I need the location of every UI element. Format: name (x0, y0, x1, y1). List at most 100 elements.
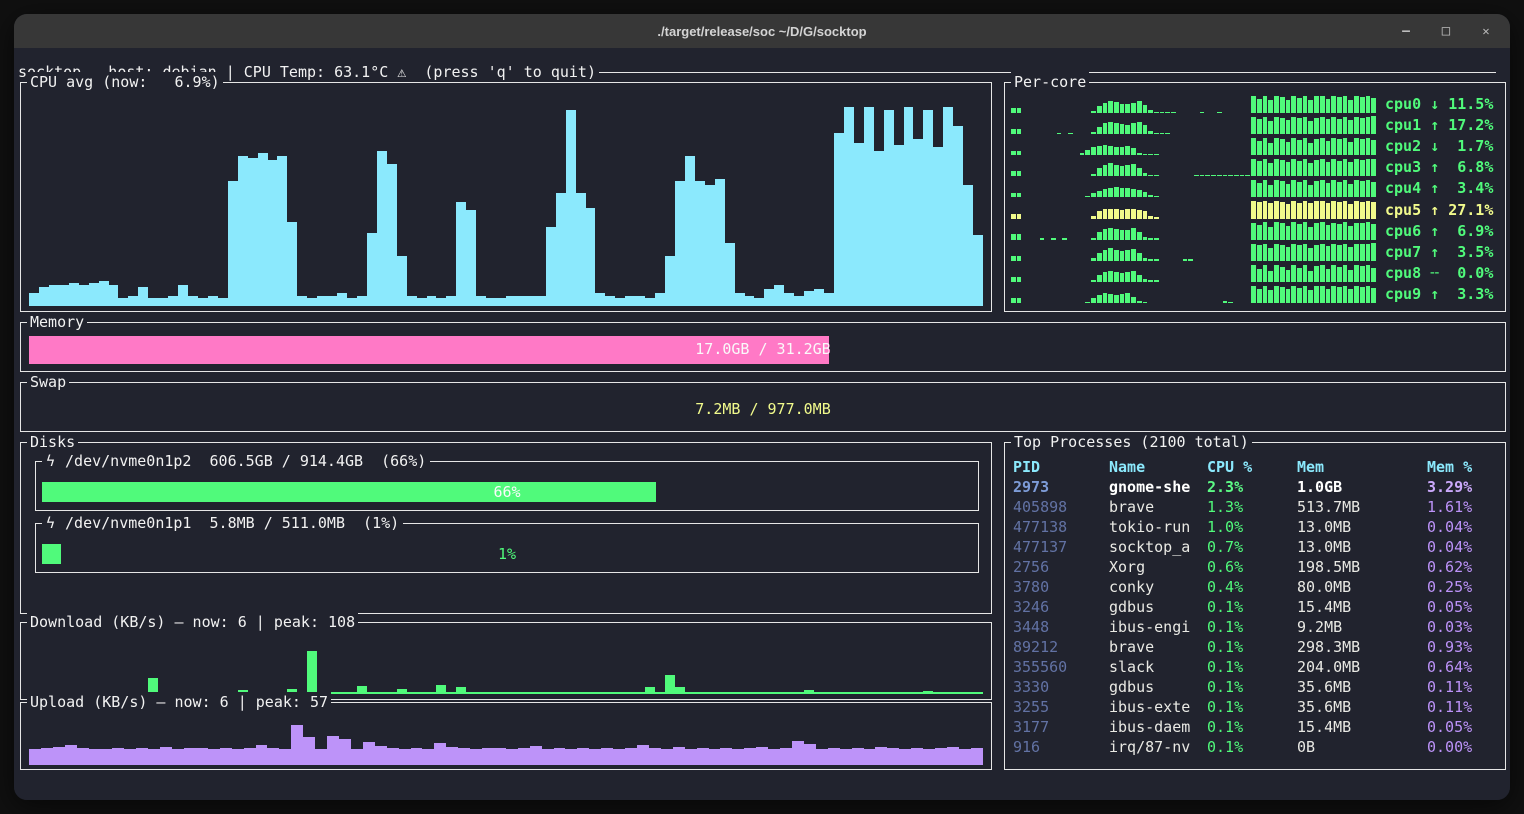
process-cell-mem: 204.0MB (1297, 657, 1427, 677)
chart-bar (1371, 116, 1376, 134)
chart-bar (953, 692, 963, 694)
chart-bar (1103, 229, 1108, 240)
chart-bar (933, 692, 943, 694)
chart-bar (1297, 140, 1302, 155)
chart-bar (1337, 182, 1342, 198)
chart-bar (1114, 295, 1119, 303)
chart-bar (1108, 209, 1113, 219)
chart-bar (427, 296, 437, 306)
chart-bar (1011, 151, 1016, 156)
chart-bar (1371, 224, 1376, 239)
chart-bar (1268, 100, 1273, 113)
chart-bar (1120, 188, 1125, 198)
chart-bar (506, 692, 516, 694)
chart-bar (218, 298, 228, 306)
percore-sparkline (1011, 264, 1377, 282)
disk-flash-icon: ϟ (46, 452, 55, 470)
chart-bar (1320, 96, 1325, 113)
chart-bar (1125, 272, 1130, 282)
chart-bar (1320, 159, 1325, 176)
chart-bar (1108, 146, 1113, 155)
chart-bar (1120, 147, 1125, 156)
chart-bar (824, 293, 834, 306)
chart-bar (665, 256, 675, 306)
upload-title: Upload (KB/s) — now: 6 | peak: 57 (27, 692, 331, 712)
chart-bar (625, 748, 637, 765)
process-cell-name: socktop_a (1109, 537, 1207, 557)
chart-bar (1371, 182, 1376, 197)
chart-bar (697, 748, 709, 765)
chart-bar (506, 296, 516, 306)
download-title: Download (KB/s) — now: 6 | peak: 108 (27, 612, 358, 632)
chart-bar (1331, 244, 1336, 261)
process-cell-name: ibus-engi (1109, 617, 1207, 637)
chart-bar (138, 287, 148, 306)
chart-bar (244, 748, 256, 765)
download-panel: Download (KB/s) — now: 6 | peak: 108 (20, 622, 992, 700)
chart-bar (1297, 245, 1302, 261)
chart-bar (411, 748, 423, 765)
chart-bar (1331, 265, 1336, 282)
chart-bar (1268, 271, 1273, 282)
chart-bar (1143, 211, 1148, 218)
chart-bar (1354, 117, 1359, 134)
chart-bar (649, 748, 661, 765)
chart-bar (1303, 265, 1308, 282)
chart-bar (973, 235, 983, 306)
chart-bar (1257, 161, 1262, 176)
process-cell-pid: 89212 (1013, 637, 1109, 657)
chart-bar (1366, 201, 1371, 218)
chart-bar (49, 285, 59, 306)
chart-bar (1120, 230, 1125, 239)
chart-bar (1097, 106, 1102, 113)
chart-bar (1251, 138, 1256, 155)
chart-bar (933, 147, 943, 306)
chart-bar (816, 749, 828, 765)
chart-bar (1348, 204, 1353, 219)
chart-bar (1371, 243, 1376, 261)
chart-bar (1348, 142, 1353, 156)
chart-bar (824, 692, 834, 694)
chart-bar (720, 748, 732, 765)
chart-bar (1280, 97, 1285, 113)
chart-bar (1274, 265, 1279, 282)
chart-bar (456, 687, 466, 694)
process-cell-cpu: 0.6% (1207, 557, 1297, 577)
chart-bar (1280, 245, 1285, 261)
chart-bar (1308, 271, 1313, 282)
chart-bar (1148, 175, 1153, 177)
chart-bar (1257, 141, 1262, 155)
chart-bar (1251, 180, 1256, 197)
chart-bar (675, 181, 685, 306)
process-cell-name: tokio-run (1109, 517, 1207, 537)
chart-bar (1257, 99, 1262, 113)
chart-bar (1171, 112, 1176, 113)
process-cell-mem: 1.0GB (1297, 477, 1427, 497)
chart-bar (1234, 175, 1239, 176)
chart-bar (1154, 280, 1159, 281)
chart-bar (1103, 293, 1108, 303)
maximize-button[interactable]: □ (1438, 23, 1454, 39)
chart-bar (1200, 175, 1205, 176)
chart-bar (1337, 119, 1342, 134)
chart-bar (1131, 123, 1136, 134)
chart-bar (1114, 123, 1119, 134)
chart-bar (1120, 124, 1125, 134)
close-button[interactable]: ✕ (1478, 24, 1494, 38)
chart-bar (277, 156, 287, 306)
chart-bar (536, 296, 546, 306)
chart-bar (1091, 193, 1096, 197)
disk-item: ϟ/dev/nvme0n1p1 5.8MB / 511.0MB (1%) 1% (35, 523, 979, 573)
percore-panel: Per-core cpu0 ↓ 11.5%cpu1 ↑ 17.2%cpu2 ↓ … (1004, 82, 1506, 312)
chart-bar (232, 749, 244, 765)
chart-bar (1343, 138, 1348, 155)
chart-bar (1360, 139, 1365, 155)
processes-panel: Top Processes (2100 total) PIDNameCPU %M… (1004, 442, 1506, 770)
chart-bar (565, 749, 577, 765)
chart-bar (158, 298, 168, 306)
process-cell-mem: 15.4MB (1297, 597, 1427, 617)
chart-bar (1125, 146, 1130, 155)
chart-bar (615, 298, 625, 306)
disk-usage-bar: 66% (42, 482, 972, 502)
minimize-button[interactable]: – (1398, 24, 1414, 39)
